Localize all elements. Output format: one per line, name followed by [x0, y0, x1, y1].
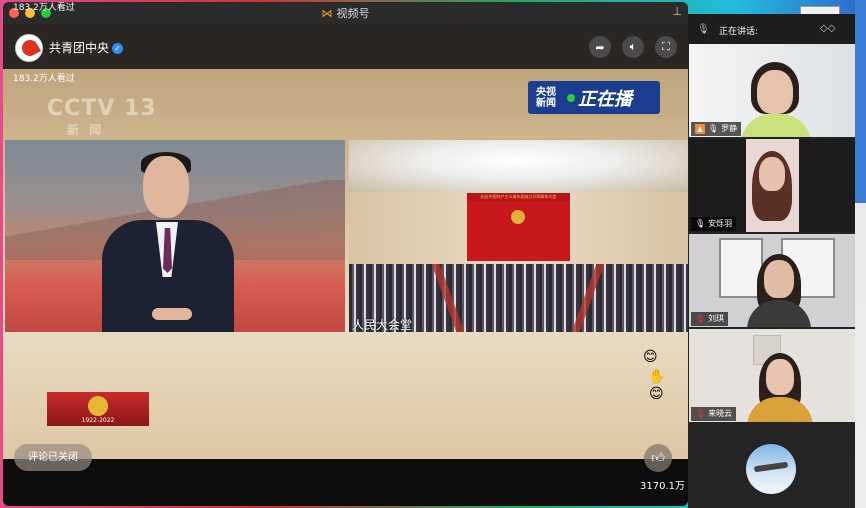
participant-face: [757, 70, 793, 114]
mic-on-icon: 🎙︎: [695, 219, 706, 228]
thumbs-up-icon: 👍︎: [651, 450, 665, 466]
host-icon: ▲: [695, 124, 705, 134]
live-news-logo: 央视 新闻 正在播: [528, 81, 660, 114]
live-logo-a: 央视 新闻: [536, 86, 556, 109]
meeting-panel: 🎙︎ 正在讲话: ◇◇ ▲ 🎙︎ 罗静 🎙︎ 安烁羽 🎙︎ 刘琪 🎙︎ 来晓云: [688, 14, 855, 508]
channel-name-text: 共青团中央: [49, 41, 110, 55]
anchor-head: [143, 156, 189, 218]
venue-label: 人民大会堂: [352, 318, 413, 332]
mic-muted-icon: 🎙︎: [695, 314, 706, 323]
participant-tile[interactable]: ▲ 🎙︎ 罗静: [689, 44, 855, 137]
video-stage[interactable]: CCTV 13 新 闻 央视 新闻 正在播 纪念中国共产主义青年团成立100周年大…: [3, 69, 688, 459]
anchor-hands: [152, 308, 192, 320]
speaker-icon: 🔈︎: [629, 40, 637, 53]
participant-name: 来晓云: [708, 409, 733, 418]
floating-hand-icon: ✋: [648, 369, 666, 385]
anchor-video-panel: [5, 140, 345, 332]
participant-name: 刘琪: [708, 314, 725, 323]
microphone-icon[interactable]: 🎙︎: [697, 24, 710, 35]
hall-stage: [467, 193, 570, 261]
app-title: ⋈ 视频号: [3, 5, 688, 21]
comments-closed-button[interactable]: 评论已关闭: [14, 444, 92, 471]
participant-body: [747, 300, 811, 327]
participant-face: [766, 359, 794, 395]
stage-banner: 纪念中国共产主义青年团成立100周年大会: [467, 193, 570, 201]
viewer-count-overlay: 183.2万人看过: [13, 74, 75, 84]
pin-icon[interactable]: ⊥: [672, 5, 682, 18]
hall-video-panel: 纪念中国共产主义青年团成立100周年大会 人民大会堂: [349, 140, 688, 332]
volume-button[interactable]: 🔈︎: [622, 36, 644, 58]
airplane-image: [753, 461, 789, 473]
participant-tile[interactable]: 🎙︎ 来晓云: [689, 329, 855, 422]
meeting-header: 🎙︎ 正在讲话: ◇◇: [688, 14, 855, 44]
participant-tile[interactable]: 🎙︎ 刘琪: [689, 234, 855, 327]
like-count: 3170.1万: [640, 481, 685, 492]
title-bar: ⋈ 视频号 ⊥: [3, 2, 688, 24]
desktop-edge: [855, 0, 866, 508]
participant-avatar-thumbnail[interactable]: [746, 444, 796, 494]
grid-view-icon[interactable]: ◇◇: [820, 23, 848, 41]
fullscreen-button[interactable]: ⛶: [655, 36, 677, 58]
like-button[interactable]: 👍︎: [644, 444, 672, 472]
floating-emoji-icon: 😊: [649, 386, 664, 402]
participant-name: 安烁羽: [708, 219, 733, 228]
cctv-watermark: CCTV 13 新 闻: [47, 96, 157, 138]
mic-on-icon: 🎙︎: [708, 124, 719, 133]
mic-muted-icon: 🎙︎: [695, 409, 706, 418]
floating-emoji-icon: 😊: [643, 349, 658, 365]
fullscreen-icon: ⛶: [662, 40, 670, 53]
share-icon: ➦: [595, 40, 605, 54]
channel-header: 共青团中央 ✓ ➦ 🔈︎ ⛶: [3, 24, 688, 70]
live-dot-icon: [567, 93, 575, 102]
app-title-text: 视频号: [336, 7, 370, 20]
participant-name: 罗静: [721, 124, 738, 133]
channel-avatar[interactable]: [15, 34, 43, 62]
video-window: ⋈ 视频号 ⊥ 共青团中央 ✓ ➦ 🔈︎ ⛶ CCTV 13 新 闻 央视 新闻 正在…: [3, 2, 688, 506]
verified-icon: ✓: [112, 43, 124, 54]
live-logo-b: 正在播: [578, 88, 632, 110]
league-badge-icon: [88, 396, 108, 416]
participant-name-tag: 🎙︎ 来晓云: [691, 407, 737, 421]
participant-name-tag: 🎙︎ 安烁羽: [691, 217, 737, 231]
participant-face: [759, 157, 785, 191]
share-button[interactable]: ➦: [589, 36, 611, 58]
channels-logo-icon: ⋈: [321, 7, 333, 20]
league-emblem-icon: [511, 210, 525, 224]
participant-tile[interactable]: 🎙︎ 安烁羽: [689, 139, 855, 232]
hall-ceiling: [349, 140, 688, 192]
video-bottom-bar: [3, 459, 688, 506]
participant-face: [764, 260, 794, 298]
anniversary-badge-image: 1922-2022: [47, 392, 149, 426]
speaking-label: 正在讲话:: [719, 27, 759, 37]
badge-years: 1922-2022: [81, 417, 115, 424]
cctv-sub-text: 新 闻: [67, 123, 105, 137]
cctv-logo-text: CCTV 13: [47, 96, 157, 121]
participant-body: [747, 397, 813, 422]
viewer-count: 183.2万人看过: [13, 3, 75, 13]
participant-name-tag: 🎙︎ 刘琪: [691, 312, 729, 326]
participant-name-tag: ▲ 🎙︎ 罗静: [691, 122, 742, 136]
channel-name[interactable]: 共青团中央 ✓: [49, 39, 124, 56]
